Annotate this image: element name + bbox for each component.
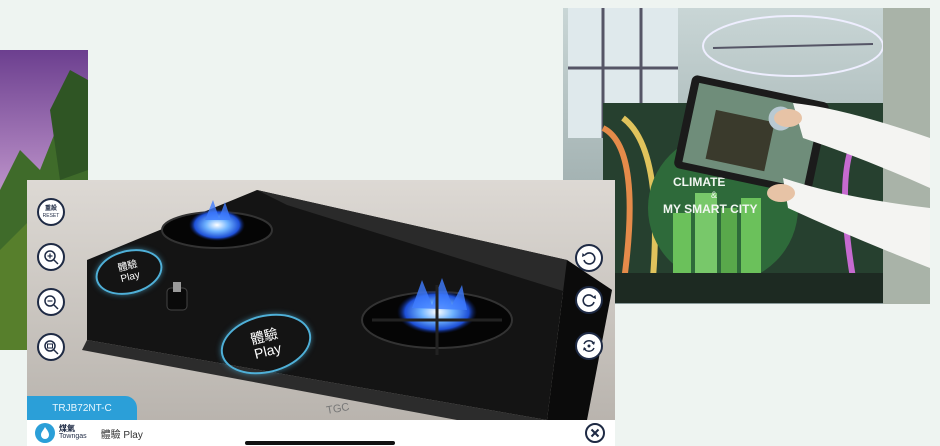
fit-view-button[interactable]	[37, 333, 65, 361]
towngas-logo-icon	[35, 423, 55, 443]
zoom-in-button[interactable]	[37, 243, 65, 271]
close-button[interactable]	[585, 423, 605, 443]
rotate-360-button[interactable]	[575, 332, 603, 360]
reset-label-en: RESET	[42, 212, 60, 219]
rotate-left-button[interactable]	[575, 244, 603, 272]
background-photo-right: CLIMATE & MY SMART CITY	[563, 8, 930, 304]
fit-view-icon	[44, 340, 59, 355]
rotate-right-button[interactable]	[575, 286, 603, 314]
brand-name-en: Towngas	[59, 433, 87, 440]
model-number-tab[interactable]: TRJB72NT-C	[27, 396, 137, 420]
stove-scene: TGC	[27, 180, 615, 420]
close-icon	[590, 428, 600, 438]
model-number-label: TRJB72NT-C	[52, 402, 112, 414]
zoom-in-icon	[44, 250, 59, 265]
rotate-360-icon	[583, 340, 595, 352]
exhibition-tablet-image: CLIMATE & MY SMART CITY	[563, 8, 930, 304]
rotate-right-icon	[582, 294, 596, 307]
footer-title: 體驗 Play	[100, 429, 143, 441]
flame-logo-icon	[41, 427, 49, 439]
sign-smart-city-text: MY SMART CITY	[663, 202, 757, 216]
app-footer-bar: 煤氣 Towngas 體驗 Play	[27, 420, 615, 446]
sign-amp-text: &	[711, 190, 717, 200]
reset-label-cn: 重設	[44, 205, 57, 212]
zoom-out-button[interactable]	[37, 288, 65, 316]
reset-button[interactable]: 重設 RESET	[37, 198, 65, 226]
brand-name-cn: 煤氣	[59, 424, 75, 433]
home-indicator	[245, 441, 395, 445]
rotate-left-icon	[582, 252, 596, 265]
ar-app-screenshot: TGC 體驗 Play 體驗 Play 重設 RESET TRJB72NT-C …	[27, 180, 615, 446]
sign-climate-text: CLIMATE	[673, 175, 725, 189]
zoom-out-icon	[44, 295, 59, 310]
towngas-brand: 煤氣 Towngas	[59, 425, 87, 441]
